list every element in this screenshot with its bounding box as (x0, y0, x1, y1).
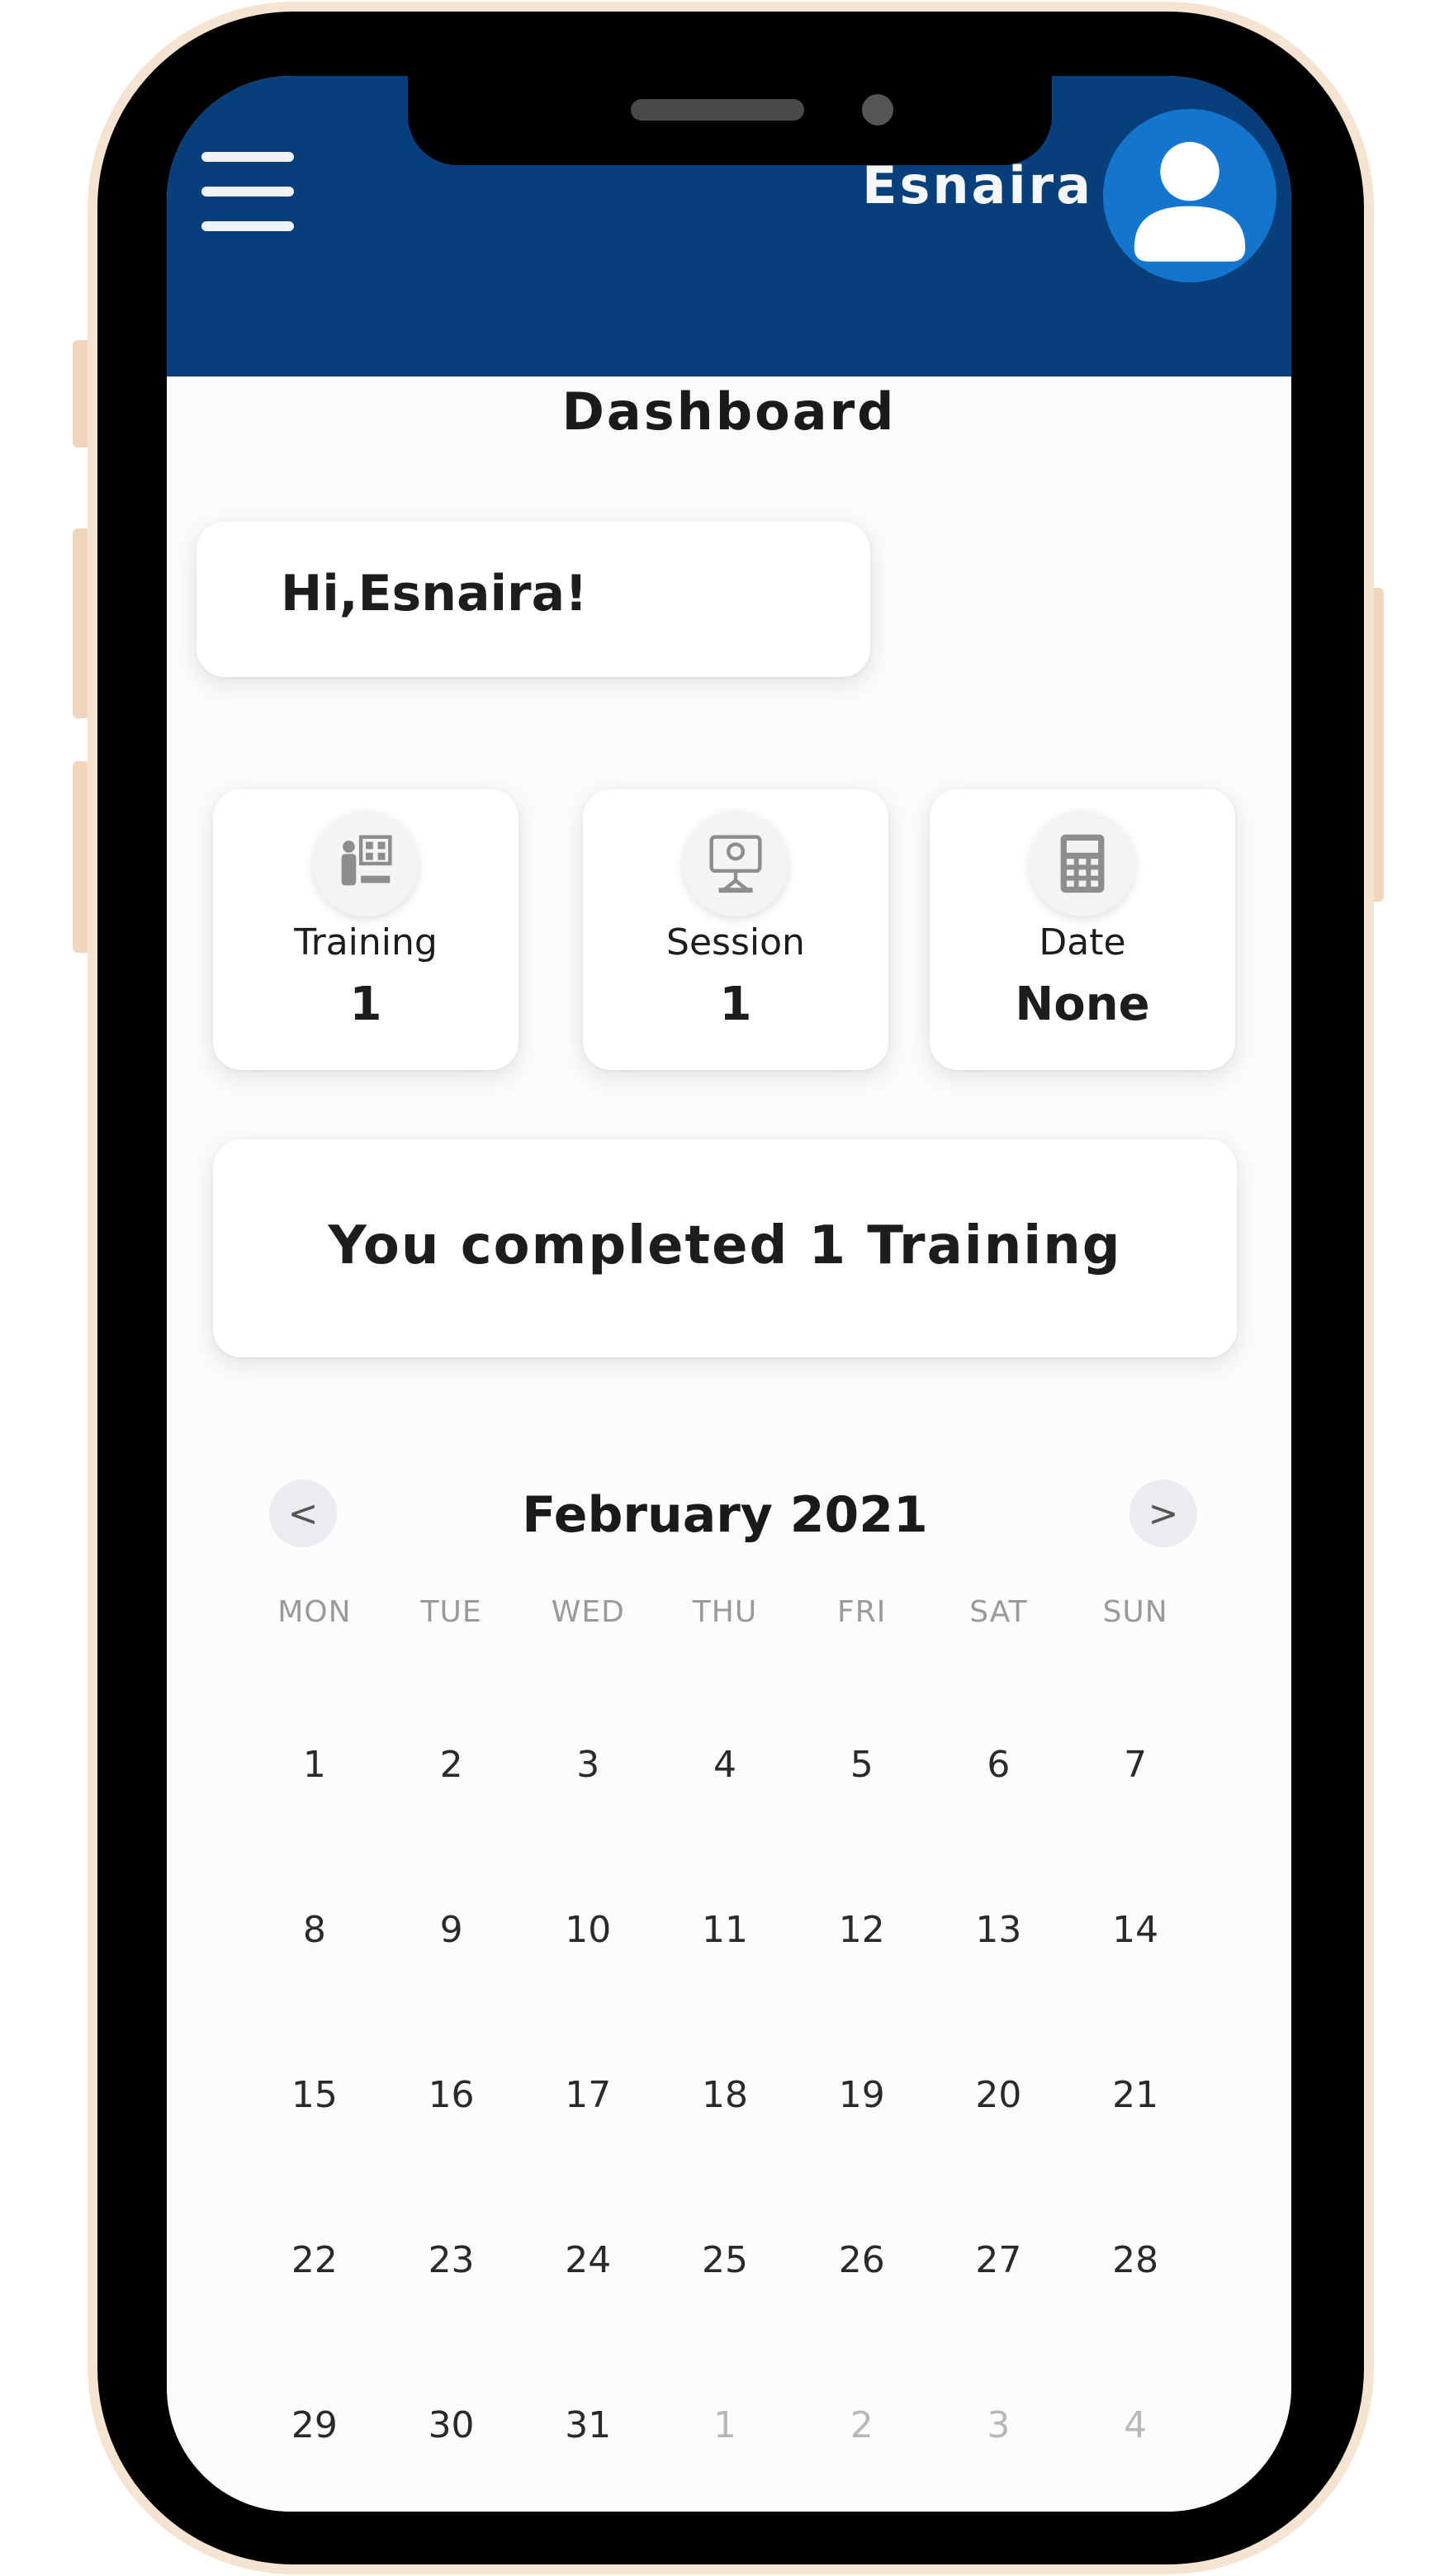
stat-label: Date (1039, 921, 1126, 964)
stat-value: None (1015, 978, 1150, 1031)
calendar-day[interactable]: 8 (246, 1909, 383, 2074)
calculator-icon (1030, 811, 1135, 916)
calendar-day[interactable]: 14 (1067, 1909, 1204, 2074)
hamburger-menu-icon[interactable] (201, 152, 294, 231)
weekday-label: MON (277, 1595, 352, 1629)
calendar-day-outside-month[interactable]: 1 (656, 2404, 793, 2512)
calendar-day-outside-month[interactable]: 3 (930, 2404, 1068, 2512)
front-camera (862, 94, 893, 125)
calendar-day[interactable]: 20 (930, 2074, 1068, 2239)
user-avatar-icon[interactable] (1103, 109, 1276, 282)
session-icon (683, 811, 788, 916)
page-title: Dashboard (561, 381, 897, 442)
stat-card-date[interactable]: Date None (930, 789, 1235, 1070)
calendar-day[interactable]: 16 (383, 2074, 520, 2239)
training-summary-card: You completed 1 Training (213, 1139, 1237, 1357)
calendar-day[interactable]: 29 (246, 2404, 383, 2512)
calendar-day[interactable]: 6 (930, 1744, 1068, 1909)
calendar-day[interactable]: 15 (246, 2074, 383, 2239)
stat-value: 1 (719, 978, 752, 1031)
calendar-month-title: February 2021 (522, 1486, 928, 1544)
calendar-day[interactable]: 25 (656, 2239, 793, 2404)
weekday-label: TUE (420, 1595, 482, 1629)
calendar-day[interactable]: 5 (793, 1744, 930, 1909)
calendar-day[interactable]: 19 (793, 2074, 930, 2239)
stat-label: Training (294, 921, 438, 964)
device-notch (408, 76, 1052, 165)
greeting-text: Hi,Esnaira! (281, 565, 588, 623)
calendar-day[interactable]: 28 (1067, 2239, 1204, 2404)
calendar-day-outside-month[interactable]: 2 (793, 2404, 930, 2512)
calendar-day[interactable]: 10 (519, 1909, 656, 2074)
weekday-label: FRI (837, 1595, 887, 1629)
calendar: < February 2021 > MON TUE WED THU FRI SA… (213, 1438, 1237, 2512)
weekday-label: THU (692, 1595, 758, 1629)
calendar-day[interactable]: 13 (930, 1909, 1068, 2074)
speaker-grille (631, 99, 804, 121)
calendar-day[interactable]: 12 (793, 1909, 930, 2074)
calendar-weekday-header: MON TUE WED THU FRI SAT SUN (246, 1595, 1204, 1629)
calendar-day[interactable]: 11 (656, 1909, 793, 2074)
training-icon (313, 811, 419, 916)
calendar-day[interactable]: 21 (1067, 2074, 1204, 2239)
calendar-day[interactable]: 7 (1067, 1744, 1204, 1909)
stat-label: Session (666, 921, 805, 964)
stat-card-session[interactable]: Session 1 (583, 789, 888, 1070)
calendar-day[interactable]: 24 (519, 2239, 656, 2404)
calendar-day[interactable]: 1 (246, 1744, 383, 1909)
calendar-day[interactable]: 23 (383, 2239, 520, 2404)
stat-card-training[interactable]: Training 1 (213, 789, 519, 1070)
calendar-day[interactable]: 22 (246, 2239, 383, 2404)
calendar-day[interactable]: 4 (656, 1744, 793, 1909)
calendar-day[interactable]: 27 (930, 2239, 1068, 2404)
weekday-label: SAT (969, 1595, 1028, 1629)
weekday-label: WED (551, 1595, 625, 1629)
stat-value: 1 (349, 978, 382, 1031)
device-stage: Esnaira Dashboard Hi,Esnaira! Training 1… (0, 0, 1449, 2576)
calendar-day[interactable]: 30 (383, 2404, 520, 2512)
calendar-next-button[interactable]: > (1129, 1480, 1197, 1547)
calendar-day[interactable]: 3 (519, 1744, 656, 1909)
calendar-day[interactable]: 2 (383, 1744, 520, 1909)
greeting-card: Hi,Esnaira! (197, 522, 870, 677)
calendar-day-outside-month[interactable]: 4 (1067, 2404, 1204, 2512)
calendar-day[interactable]: 18 (656, 2074, 793, 2239)
training-summary-text: You completed 1 Training (328, 1215, 1122, 1276)
app-screen: Esnaira Dashboard Hi,Esnaira! Training 1… (167, 76, 1291, 2512)
calendar-day[interactable]: 9 (383, 1909, 520, 2074)
calendar-day[interactable]: 26 (793, 2239, 930, 2404)
weekday-label: SUN (1102, 1595, 1168, 1629)
calendar-day[interactable]: 17 (519, 2074, 656, 2239)
calendar-day[interactable]: 31 (519, 2404, 656, 2512)
calendar-day-grid: 1 2 3 4 5 6 7 8 9 10 11 12 13 14 15 16 17 18 19 20 21 22 23 24 2… (246, 1744, 1204, 2512)
